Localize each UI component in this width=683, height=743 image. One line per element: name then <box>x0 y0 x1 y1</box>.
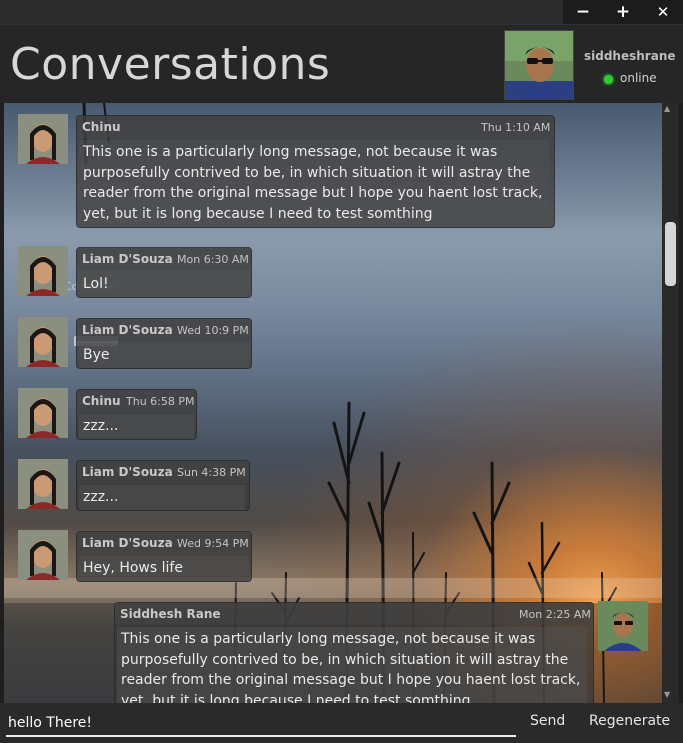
scroll-thumb[interactable] <box>665 222 676 286</box>
online-status-dot-icon <box>604 75 613 84</box>
regenerate-button[interactable]: Regenerate <box>589 713 670 729</box>
status-text: online <box>620 71 657 85</box>
message-text: Lol! <box>79 272 249 297</box>
message-text: This one is a particularly long message,… <box>117 627 587 703</box>
message-time: Wed 10:9 PM <box>177 324 249 337</box>
message-text: Hey, Hows life <box>79 556 249 581</box>
message-bubble: Liam D'Souza Wed 10:9 PM Bye <box>76 318 252 369</box>
message-text: This one is a particularly long message,… <box>79 140 549 226</box>
sender-name: Chinu <box>82 394 121 408</box>
sender-name: Siddhesh Rane <box>120 607 221 621</box>
contact-avatar[interactable] <box>18 246 68 296</box>
message-text: zzz... <box>79 414 194 439</box>
message-time: Thu 6:58 PM <box>126 395 195 408</box>
header: Conversations siddheshrane online <box>0 24 683 103</box>
message-bubble: Chinu Thu 1:10 AM This one is a particul… <box>76 115 555 228</box>
message-text: zzz... <box>79 485 245 510</box>
message-bubble: Siddhesh Rane Mon 2:25 AM This one is a … <box>114 602 594 703</box>
contact-avatar[interactable] <box>18 459 68 509</box>
message-time: Wed 9:54 PM <box>177 537 249 550</box>
contact-avatar[interactable] <box>18 317 68 367</box>
scroll-up-arrow-icon[interactable]: ▲ <box>664 104 670 113</box>
message-bubble: Chinu Thu 6:58 PM zzz... <box>76 389 197 440</box>
message-time: Mon 6:30 AM <box>177 253 249 266</box>
scroll-down-arrow-icon[interactable]: ▼ <box>664 690 670 699</box>
contact-avatar[interactable] <box>18 530 68 580</box>
message-compose-bar: Send Regenerate <box>0 703 683 743</box>
send-button[interactable]: Send <box>530 713 565 729</box>
own-avatar[interactable] <box>598 601 648 651</box>
sender-name: Liam D'Souza <box>82 536 173 550</box>
user-avatar[interactable] <box>504 30 574 100</box>
message-time: Thu 1:10 AM <box>481 121 551 134</box>
message-time: Sun 4:38 PM <box>177 466 246 479</box>
message-input[interactable] <box>6 711 516 737</box>
maximize-button[interactable]: + <box>603 0 643 24</box>
user-name: siddheshrane <box>584 49 676 63</box>
message-bubble: Liam D'Souza Wed 9:54 PM Hey, Hows life <box>76 531 252 582</box>
message-text: Bye <box>79 343 249 368</box>
message-bubble: Liam D'Souza Mon 6:30 AM Lol! <box>76 247 252 298</box>
conversation-view[interactable]: Computer Chinu Thu 1:10 AM This one is a… <box>4 103 662 703</box>
sender-name: Liam D'Souza <box>82 465 173 479</box>
page-title: Conversations <box>10 39 331 90</box>
message-bubble: Liam D'Souza Sun 4:38 PM zzz... <box>76 460 250 511</box>
sender-name: Liam D'Souza <box>82 323 173 337</box>
window-titlebar: − + ✕ <box>0 0 683 24</box>
sender-name: Liam D'Souza <box>82 252 173 266</box>
chat-scrollbar[interactable] <box>662 103 679 703</box>
contact-avatar[interactable] <box>18 114 68 164</box>
contact-avatar[interactable] <box>18 388 68 438</box>
message-time: Mon 2:25 AM <box>519 608 591 621</box>
close-button[interactable]: ✕ <box>643 0 683 24</box>
sender-name: Chinu <box>82 120 121 134</box>
minimize-button[interactable]: − <box>563 0 603 24</box>
